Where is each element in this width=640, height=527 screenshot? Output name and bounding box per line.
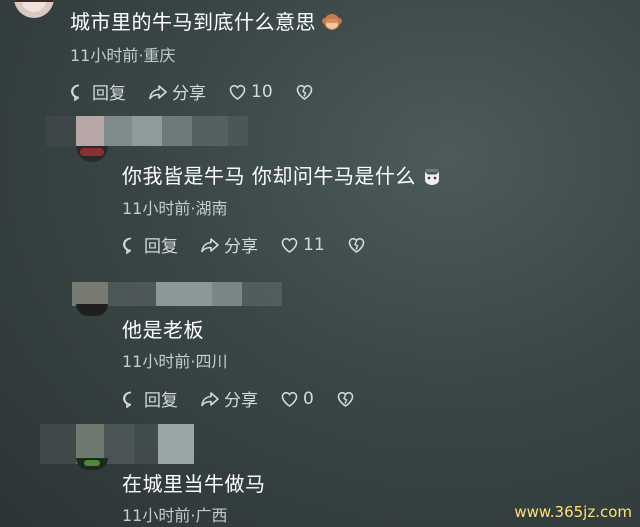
comment-meta: 11小时前·重庆 <box>70 46 176 65</box>
broken-heart-icon <box>337 391 354 407</box>
dislike-button[interactable] <box>336 390 359 408</box>
comment-meta: 11小时前·湖南 <box>122 199 228 218</box>
heart-icon <box>281 237 298 253</box>
share-button[interactable]: 分享 <box>200 386 258 411</box>
comment-text: 城市里的牛马到底什么意思 <box>70 6 342 36</box>
user-avatar[interactable] <box>14 0 54 18</box>
comment-actions: 回复 分享 0 <box>122 386 381 411</box>
cat-emoji-icon <box>422 166 442 190</box>
watermark: www.365jz.com <box>514 503 632 521</box>
broken-heart-icon <box>296 84 312 100</box>
user-avatar[interactable] <box>76 304 108 316</box>
reply-icon <box>123 391 132 408</box>
like-button[interactable]: 11 <box>280 235 325 255</box>
comment-text: 你我皆是牛马 你却问牛马是什么 <box>122 160 442 190</box>
share-button[interactable]: 分享 <box>148 79 206 104</box>
reply-button[interactable]: 回复 <box>122 232 178 257</box>
comment-actions: 回复 分享 11 <box>122 232 392 257</box>
reply-icon <box>71 84 80 101</box>
comment-meta: 11小时前·四川 <box>122 352 228 371</box>
comment-actions: 回复 分享 10 <box>70 79 340 104</box>
username-blurred <box>40 424 194 464</box>
share-button[interactable]: 分享 <box>200 232 258 257</box>
share-icon <box>149 84 167 99</box>
share-icon <box>201 237 219 252</box>
share-icon <box>201 391 219 406</box>
reply-icon <box>123 237 132 254</box>
heart-icon <box>281 391 298 407</box>
comment-text: 在城里当牛做马 <box>122 472 266 496</box>
dislike-button[interactable] <box>295 83 318 101</box>
heart-icon <box>229 84 246 100</box>
reply-button[interactable]: 回复 <box>70 79 126 104</box>
like-button[interactable]: 10 <box>228 82 273 102</box>
username-blurred <box>46 116 248 146</box>
user-avatar[interactable] <box>76 458 108 470</box>
broken-heart-icon <box>348 237 364 253</box>
username-blurred <box>72 282 282 306</box>
comment-meta: 11小时前·广西 <box>122 506 228 525</box>
monkey-emoji-icon <box>322 11 342 36</box>
like-button[interactable]: 0 <box>280 389 314 409</box>
user-avatar[interactable] <box>76 146 108 162</box>
reply-button[interactable]: 回复 <box>122 386 178 411</box>
comment-text: 他是老板 <box>122 318 204 342</box>
dislike-button[interactable] <box>347 236 370 254</box>
